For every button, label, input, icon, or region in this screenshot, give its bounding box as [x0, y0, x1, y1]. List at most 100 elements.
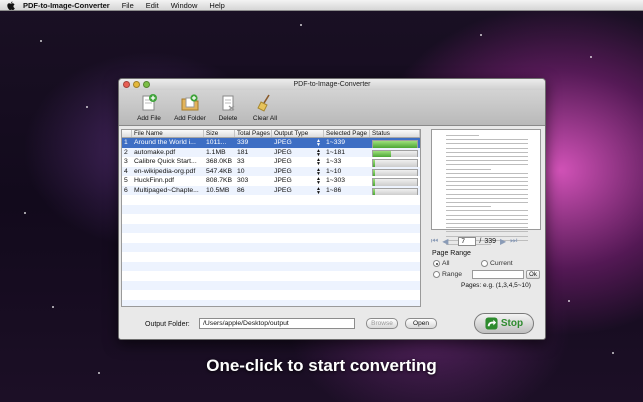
output-type-stepper-icon[interactable]: ▲ ▼: [316, 176, 321, 186]
column-header-selected-page[interactable]: Selected Page: [324, 130, 370, 137]
progress-bar: [372, 168, 418, 176]
output-type-cell[interactable]: JPEG ▲ ▼: [272, 138, 324, 148]
add-folder-button[interactable]: Add Folder: [172, 94, 208, 122]
page-range-panel: Page Range All Current Range Ok Pages: e…: [429, 250, 544, 289]
index-cell: 3: [124, 158, 128, 165]
total-pages-cell: 33: [237, 158, 245, 165]
menu-app-name[interactable]: PDF-to-Image-Converter: [23, 1, 110, 10]
menu-help[interactable]: Help: [209, 1, 224, 10]
range-input[interactable]: [472, 270, 524, 279]
preview-text-line: [446, 193, 528, 195]
promo-caption: One-click to start converting: [206, 356, 437, 375]
output-type-stepper-icon[interactable]: ▲ ▼: [316, 148, 321, 157]
close-window-button[interactable]: [123, 81, 130, 88]
preview-text-line: [446, 168, 492, 170]
ok-button[interactable]: Ok: [526, 270, 540, 279]
browse-button[interactable]: Browse: [366, 318, 398, 329]
delete-icon: [222, 95, 235, 111]
output-type-cell[interactable]: JPEG ▲ ▼: [272, 148, 324, 157]
menu-edit[interactable]: Edit: [146, 1, 159, 10]
output-bar: Output Folder: /Users/apple/Desktop/outp…: [119, 309, 545, 339]
output-type-cell[interactable]: JPEG ▲ ▼: [272, 157, 324, 167]
app-window: PDF-to-Image-Converter Add File Add Fold…: [118, 78, 546, 340]
title-bar[interactable]: PDF-to-Image-Converter: [119, 79, 545, 90]
next-page-icon[interactable]: ▶: [500, 237, 506, 246]
radio-current-dot[interactable]: [481, 260, 488, 267]
window-title: PDF-to-Image-Converter: [293, 81, 371, 88]
output-type-cell[interactable]: JPEG ▲ ▼: [272, 167, 324, 176]
last-page-icon[interactable]: ⏭: [510, 236, 517, 246]
selected-page-cell: 1~10: [326, 167, 342, 175]
status-cell: [370, 157, 420, 167]
current-page-field[interactable]: 7: [458, 236, 477, 246]
preview-text-line: [446, 189, 528, 191]
output-type-stepper-icon[interactable]: ▲ ▼: [316, 157, 321, 167]
clear-all-button[interactable]: Clear All: [247, 94, 283, 122]
column-header-index[interactable]: [122, 130, 132, 137]
output-type-cell[interactable]: JPEG ▲ ▼: [272, 186, 324, 195]
radio-range-label: Range: [442, 271, 463, 278]
radio-range[interactable]: Range: [433, 271, 468, 278]
open-button[interactable]: Open: [405, 318, 437, 329]
empty-row: [122, 214, 420, 224]
menu-window[interactable]: Window: [171, 1, 198, 10]
column-header-total-pages[interactable]: Total Pages: [235, 130, 272, 137]
stop-label: Stop: [500, 318, 524, 329]
empty-row: [122, 195, 420, 205]
preview-text-line: [446, 181, 528, 183]
preview-page-text: [446, 135, 528, 248]
radio-all-dot[interactable]: [433, 260, 440, 267]
table-row[interactable]: 1 Around the World i... 1011... 339 JPEG ▲ ▼ 1~…: [122, 138, 420, 148]
total-pages-cell: 303: [237, 177, 249, 184]
column-header-file-name[interactable]: File Name: [132, 130, 204, 137]
toolbar: Add File Add Folder Delete Clear All: [119, 90, 545, 126]
delete-button[interactable]: Delete: [210, 94, 246, 122]
minimize-window-button[interactable]: [133, 81, 140, 88]
output-type-value: JPEG: [274, 148, 292, 156]
selected-page-cell: 1~181: [326, 148, 346, 156]
total-pages-cell: 339: [237, 139, 249, 146]
radio-current-label: Current: [490, 260, 513, 267]
star: [612, 352, 614, 354]
index-cell: 6: [124, 186, 128, 194]
menu-file[interactable]: File: [122, 1, 134, 10]
preview-text-line: [446, 206, 492, 208]
add-file-label: Add File: [137, 115, 161, 122]
total-pages: 339: [484, 237, 496, 245]
output-type-value: JPEG: [274, 158, 292, 165]
column-header-status[interactable]: Status: [370, 130, 420, 137]
output-type-stepper-icon[interactable]: ▲ ▼: [316, 138, 321, 148]
stop-button[interactable]: Stop: [474, 313, 534, 334]
progress-fill: [373, 188, 375, 195]
file-name-cell: Around the World i...: [134, 139, 196, 146]
status-cell: [370, 138, 420, 148]
table-row[interactable]: 5 HuckFinn.pdf 808.7KB 303 JPEG ▲ ▼ 1~303: [122, 176, 420, 186]
previous-page-icon[interactable]: ◀: [442, 237, 448, 246]
apple-icon[interactable]: [6, 0, 15, 10]
table-row[interactable]: 3 Calibre Quick Start... 368.0KB 33 JPEG ▲ ▼ 1~…: [122, 157, 420, 167]
empty-row: [122, 280, 420, 290]
file-name-cell: en-wikipedia-org.pdf: [134, 167, 196, 175]
star: [86, 106, 88, 108]
output-folder-label: Output Folder:: [145, 321, 190, 328]
output-type-stepper-icon[interactable]: ▲ ▼: [316, 167, 321, 176]
radio-current[interactable]: Current: [481, 260, 513, 267]
empty-row: [122, 242, 420, 252]
table-row[interactable]: 6 Multipaged~Chapte... 10.5MB 86 JPEG ▲ ▼ 1~86: [122, 185, 420, 195]
output-type-cell[interactable]: JPEG ▲ ▼: [272, 176, 324, 186]
output-folder-field[interactable]: /Users/apple/Desktop/output: [199, 318, 355, 329]
size-cell: 1.1MB: [206, 148, 226, 156]
column-header-output-type[interactable]: Output Type: [272, 130, 324, 137]
column-header-size[interactable]: Size: [204, 130, 235, 137]
table-row[interactable]: 4 en-wikipedia-org.pdf 547.4KB 10 JPEG ▲ ▼ 1~10: [122, 166, 420, 176]
progress-fill: [373, 169, 375, 176]
first-page-icon[interactable]: ⏮: [431, 236, 438, 246]
output-type-value: JPEG: [274, 186, 292, 194]
zoom-window-button[interactable]: [143, 81, 150, 88]
output-type-stepper-icon[interactable]: ▲ ▼: [316, 186, 321, 195]
add-file-button[interactable]: Add File: [131, 94, 167, 122]
preview-text-line: [446, 218, 528, 220]
table-row[interactable]: 2 automake.pdf 1.1MB 181 JPEG ▲ ▼ 1~181: [122, 147, 420, 157]
radio-range-dot[interactable]: [433, 271, 440, 278]
radio-all[interactable]: All: [433, 260, 481, 267]
